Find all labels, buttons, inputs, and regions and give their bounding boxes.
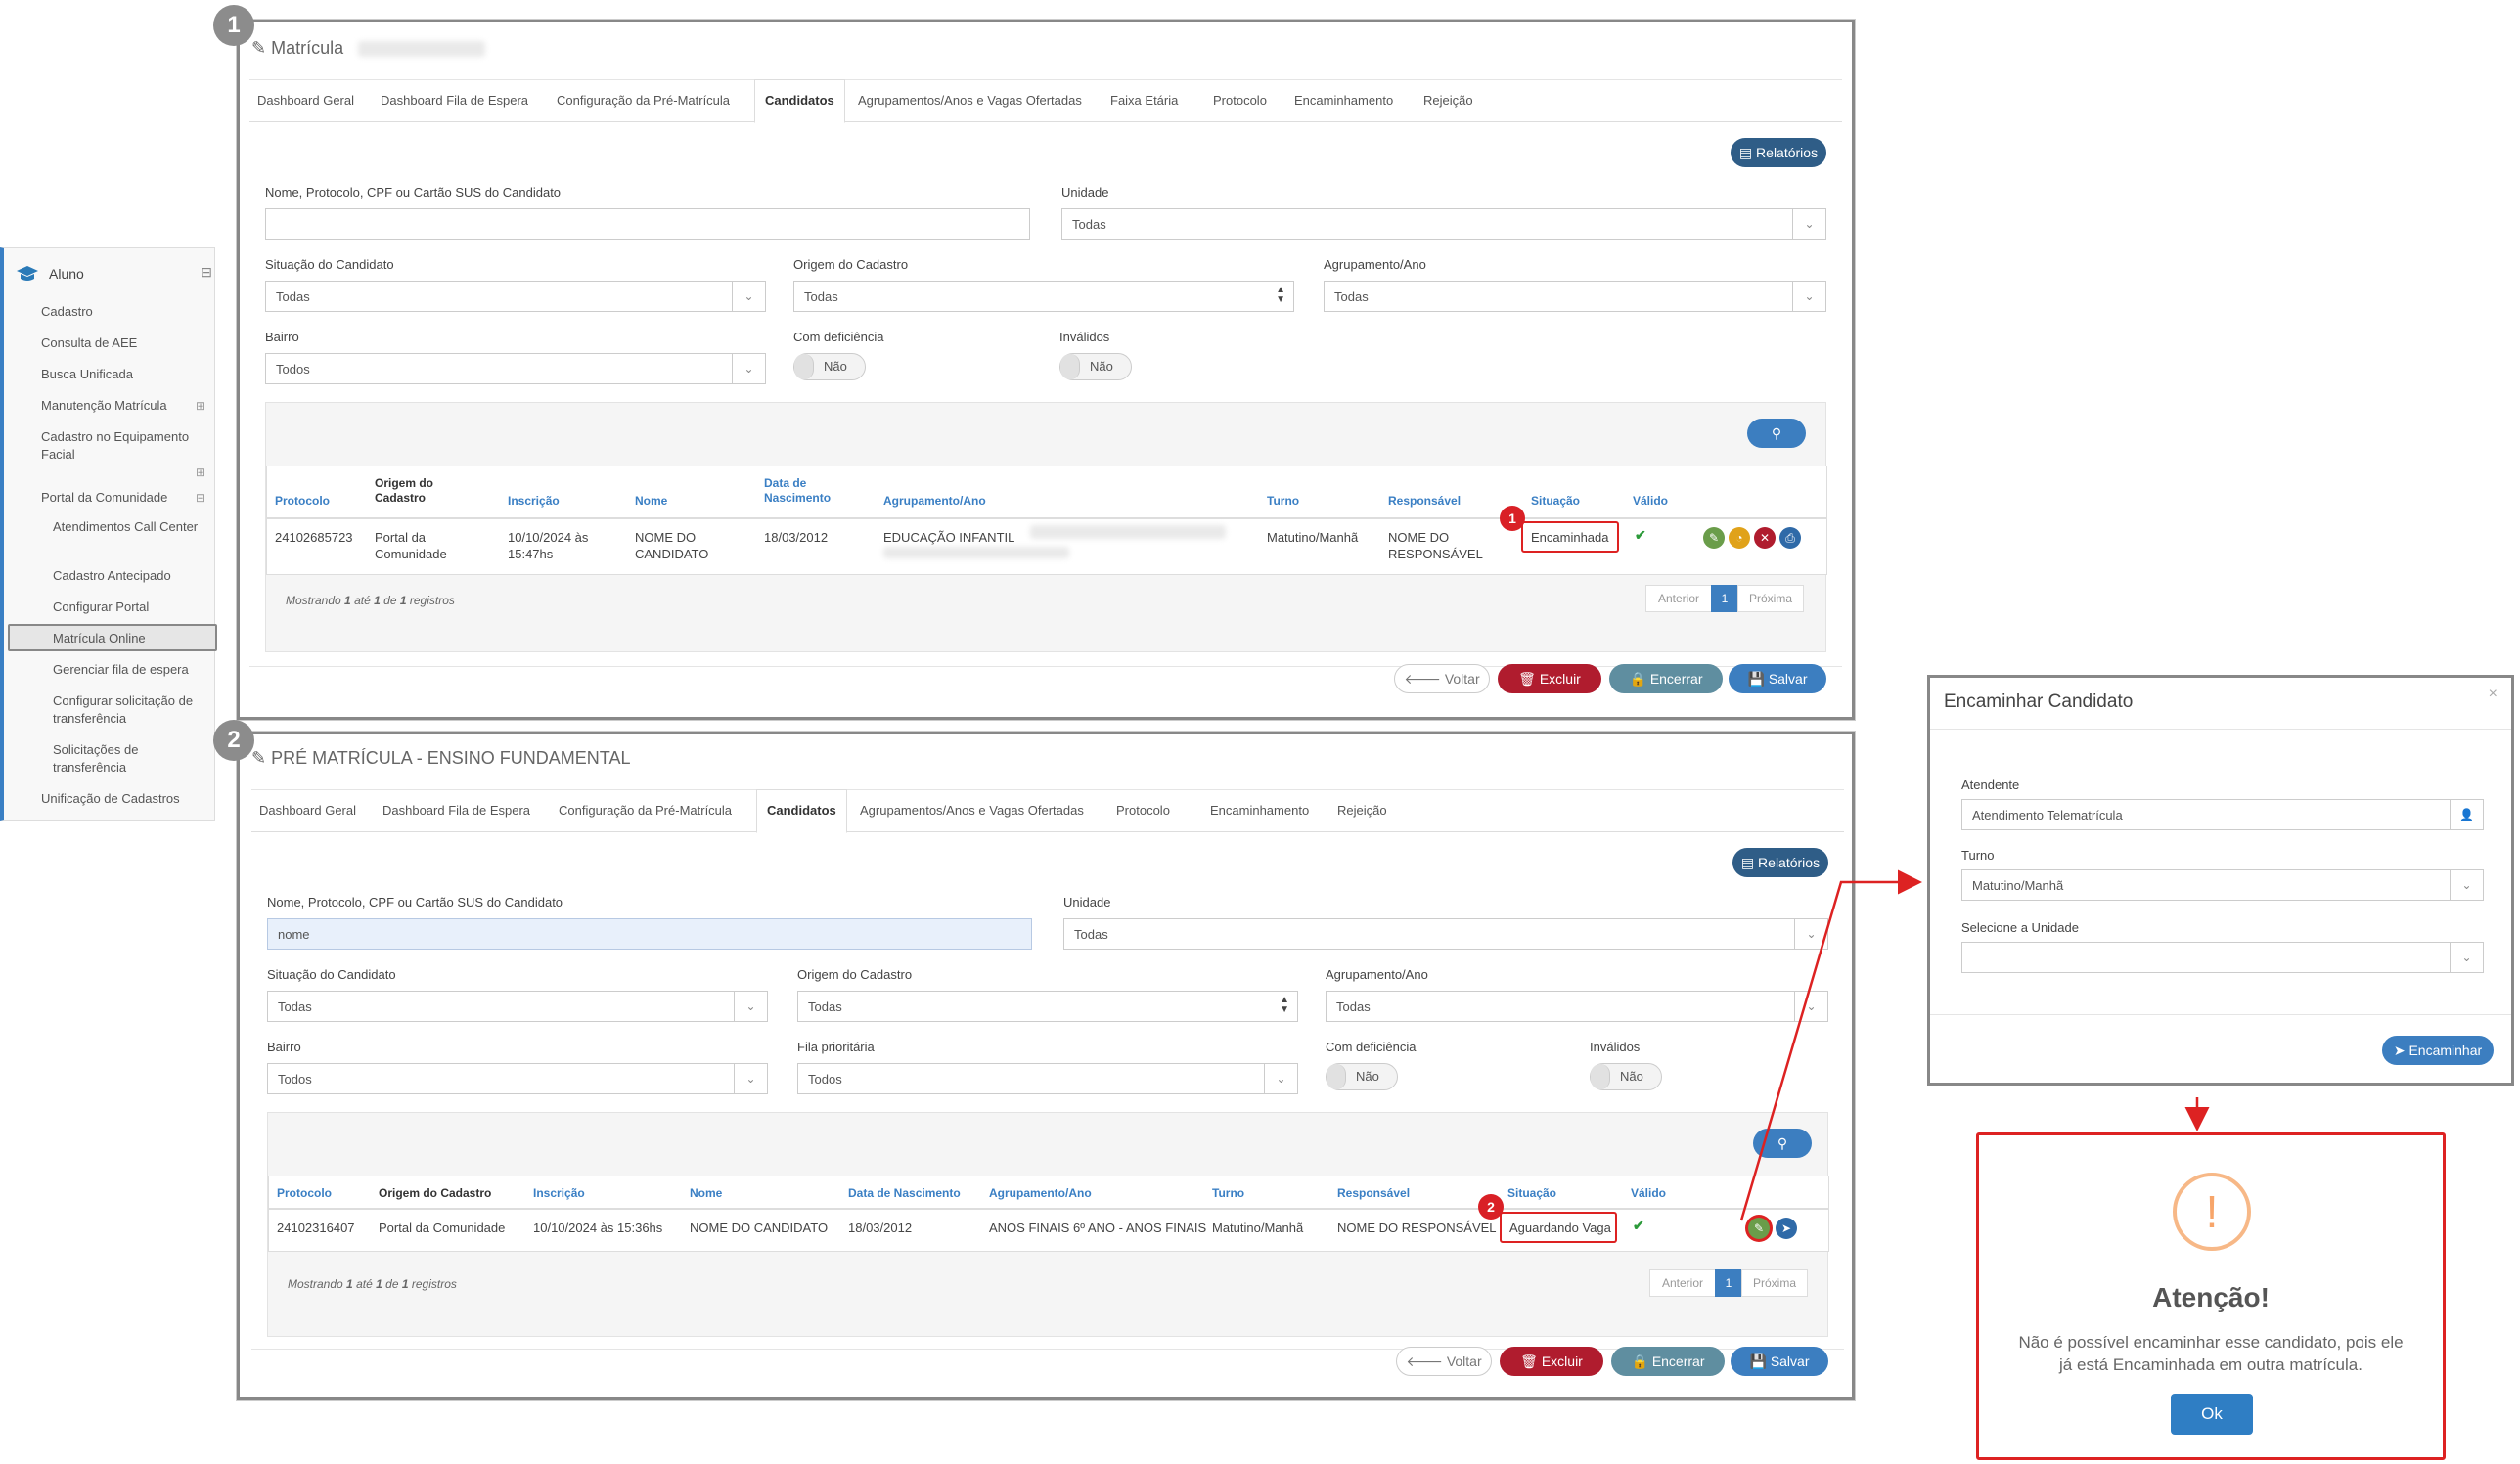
send-icon: ➤ bbox=[2393, 1043, 2406, 1058]
alert-title: Atenção! bbox=[2152, 1282, 2270, 1312]
chevron-down-icon: ⌄ bbox=[2450, 870, 2483, 900]
shift-label: Turno bbox=[1961, 848, 1995, 863]
close-icon[interactable]: × bbox=[2489, 686, 2498, 703]
forward-button[interactable]: ➤ Encaminhar bbox=[2382, 1036, 2494, 1065]
shift-select[interactable]: Matutino/Manhã ⌄ bbox=[1961, 869, 2484, 901]
attendant-field[interactable]: Atendimento Telematrícula 👤 bbox=[1961, 799, 2484, 830]
unit-label: Selecione a Unidade bbox=[1961, 920, 2079, 935]
attendant-label: Atendente bbox=[1961, 777, 2020, 792]
alert-message: Não é possível encaminhar esse candidato… bbox=[2018, 1333, 2404, 1374]
warning-dialog: ! Atenção! Não é possível encaminhar ess… bbox=[1976, 1132, 2446, 1460]
unit-select[interactable]: ⌄ bbox=[1961, 942, 2484, 973]
modal-title: Encaminhar Candidato bbox=[1944, 691, 2134, 712]
exclamation-icon: ! bbox=[2173, 1173, 2251, 1251]
forward-candidate-modal: Encaminhar Candidato × Atendente Atendim… bbox=[1927, 675, 2514, 1086]
user-icon: 👤 bbox=[2450, 800, 2483, 829]
chevron-down-icon: ⌄ bbox=[2450, 943, 2483, 972]
ok-button[interactable]: Ok bbox=[2171, 1394, 2253, 1435]
